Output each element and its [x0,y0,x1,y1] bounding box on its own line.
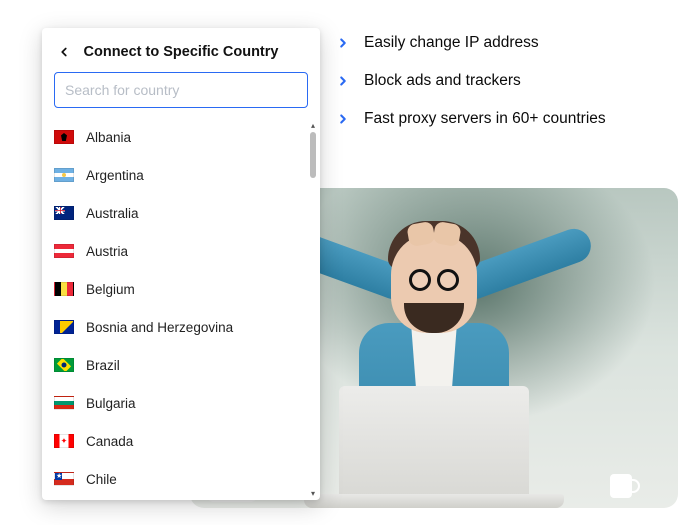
feature-item: Easily change IP address [336,34,680,52]
scroll-up-arrow[interactable]: ▴ [308,120,318,130]
flag-icon [54,472,74,486]
flag-icon [54,396,74,410]
flag-icon [54,244,74,258]
country-item[interactable]: Chile [54,460,308,498]
scrollbar[interactable]: ▴ ▾ [308,120,318,498]
flag-icon [54,282,74,296]
country-item[interactable]: Brazil [54,346,308,384]
chevron-right-icon [336,112,350,126]
scroll-thumb[interactable] [310,132,316,178]
country-item[interactable]: Australia [54,194,308,232]
country-list[interactable]: Albania Argentina Australia Austria Belgium B… [42,118,320,500]
feature-item: Fast proxy servers in 60+ countries [336,110,680,128]
country-name: Albania [86,130,131,145]
country-name: Bulgaria [86,396,136,411]
country-item[interactable]: Argentina [54,156,308,194]
country-name: Australia [86,206,139,221]
country-item[interactable]: Canada [54,422,308,460]
flag-icon [54,168,74,182]
country-item[interactable]: Bulgaria [54,384,308,422]
country-list-container: Albania Argentina Australia Austria Belgium B… [42,118,320,500]
flag-icon [54,358,74,372]
flag-icon [54,320,74,334]
search-container [42,72,320,118]
feature-text: Fast proxy servers in 60+ countries [364,110,606,128]
chevron-right-icon [336,36,350,50]
scroll-down-arrow[interactable]: ▾ [308,488,318,498]
flag-icon [54,130,74,144]
flag-icon [54,434,74,448]
panel-title: Connect to Specific Country [74,44,288,60]
country-item[interactable]: Bosnia and Herzegovina [54,308,308,346]
search-input[interactable] [54,72,308,108]
mug-illustration [610,474,632,498]
country-name: Bosnia and Herzegovina [86,320,233,335]
country-name: Canada [86,434,133,449]
chevron-left-icon [57,45,71,59]
country-item[interactable]: Austria [54,232,308,270]
country-selector-panel: Connect to Specific Country Albania Argen… [42,28,320,500]
feature-text: Block ads and trackers [364,72,521,90]
feature-text: Easily change IP address [364,34,539,52]
country-name: Chile [86,472,117,487]
country-name: Brazil [86,358,120,373]
flag-icon [54,206,74,220]
feature-item: Block ads and trackers [336,72,680,90]
back-button[interactable] [54,42,74,62]
feature-list: Easily change IP address Block ads and tr… [336,34,680,148]
panel-header: Connect to Specific Country [42,28,320,72]
country-item[interactable]: Belgium [54,270,308,308]
country-name: Argentina [86,168,144,183]
country-name: Austria [86,244,128,259]
laptop-illustration [304,422,564,508]
country-item[interactable]: Albania [54,118,308,156]
chevron-right-icon [336,74,350,88]
country-name: Belgium [86,282,135,297]
